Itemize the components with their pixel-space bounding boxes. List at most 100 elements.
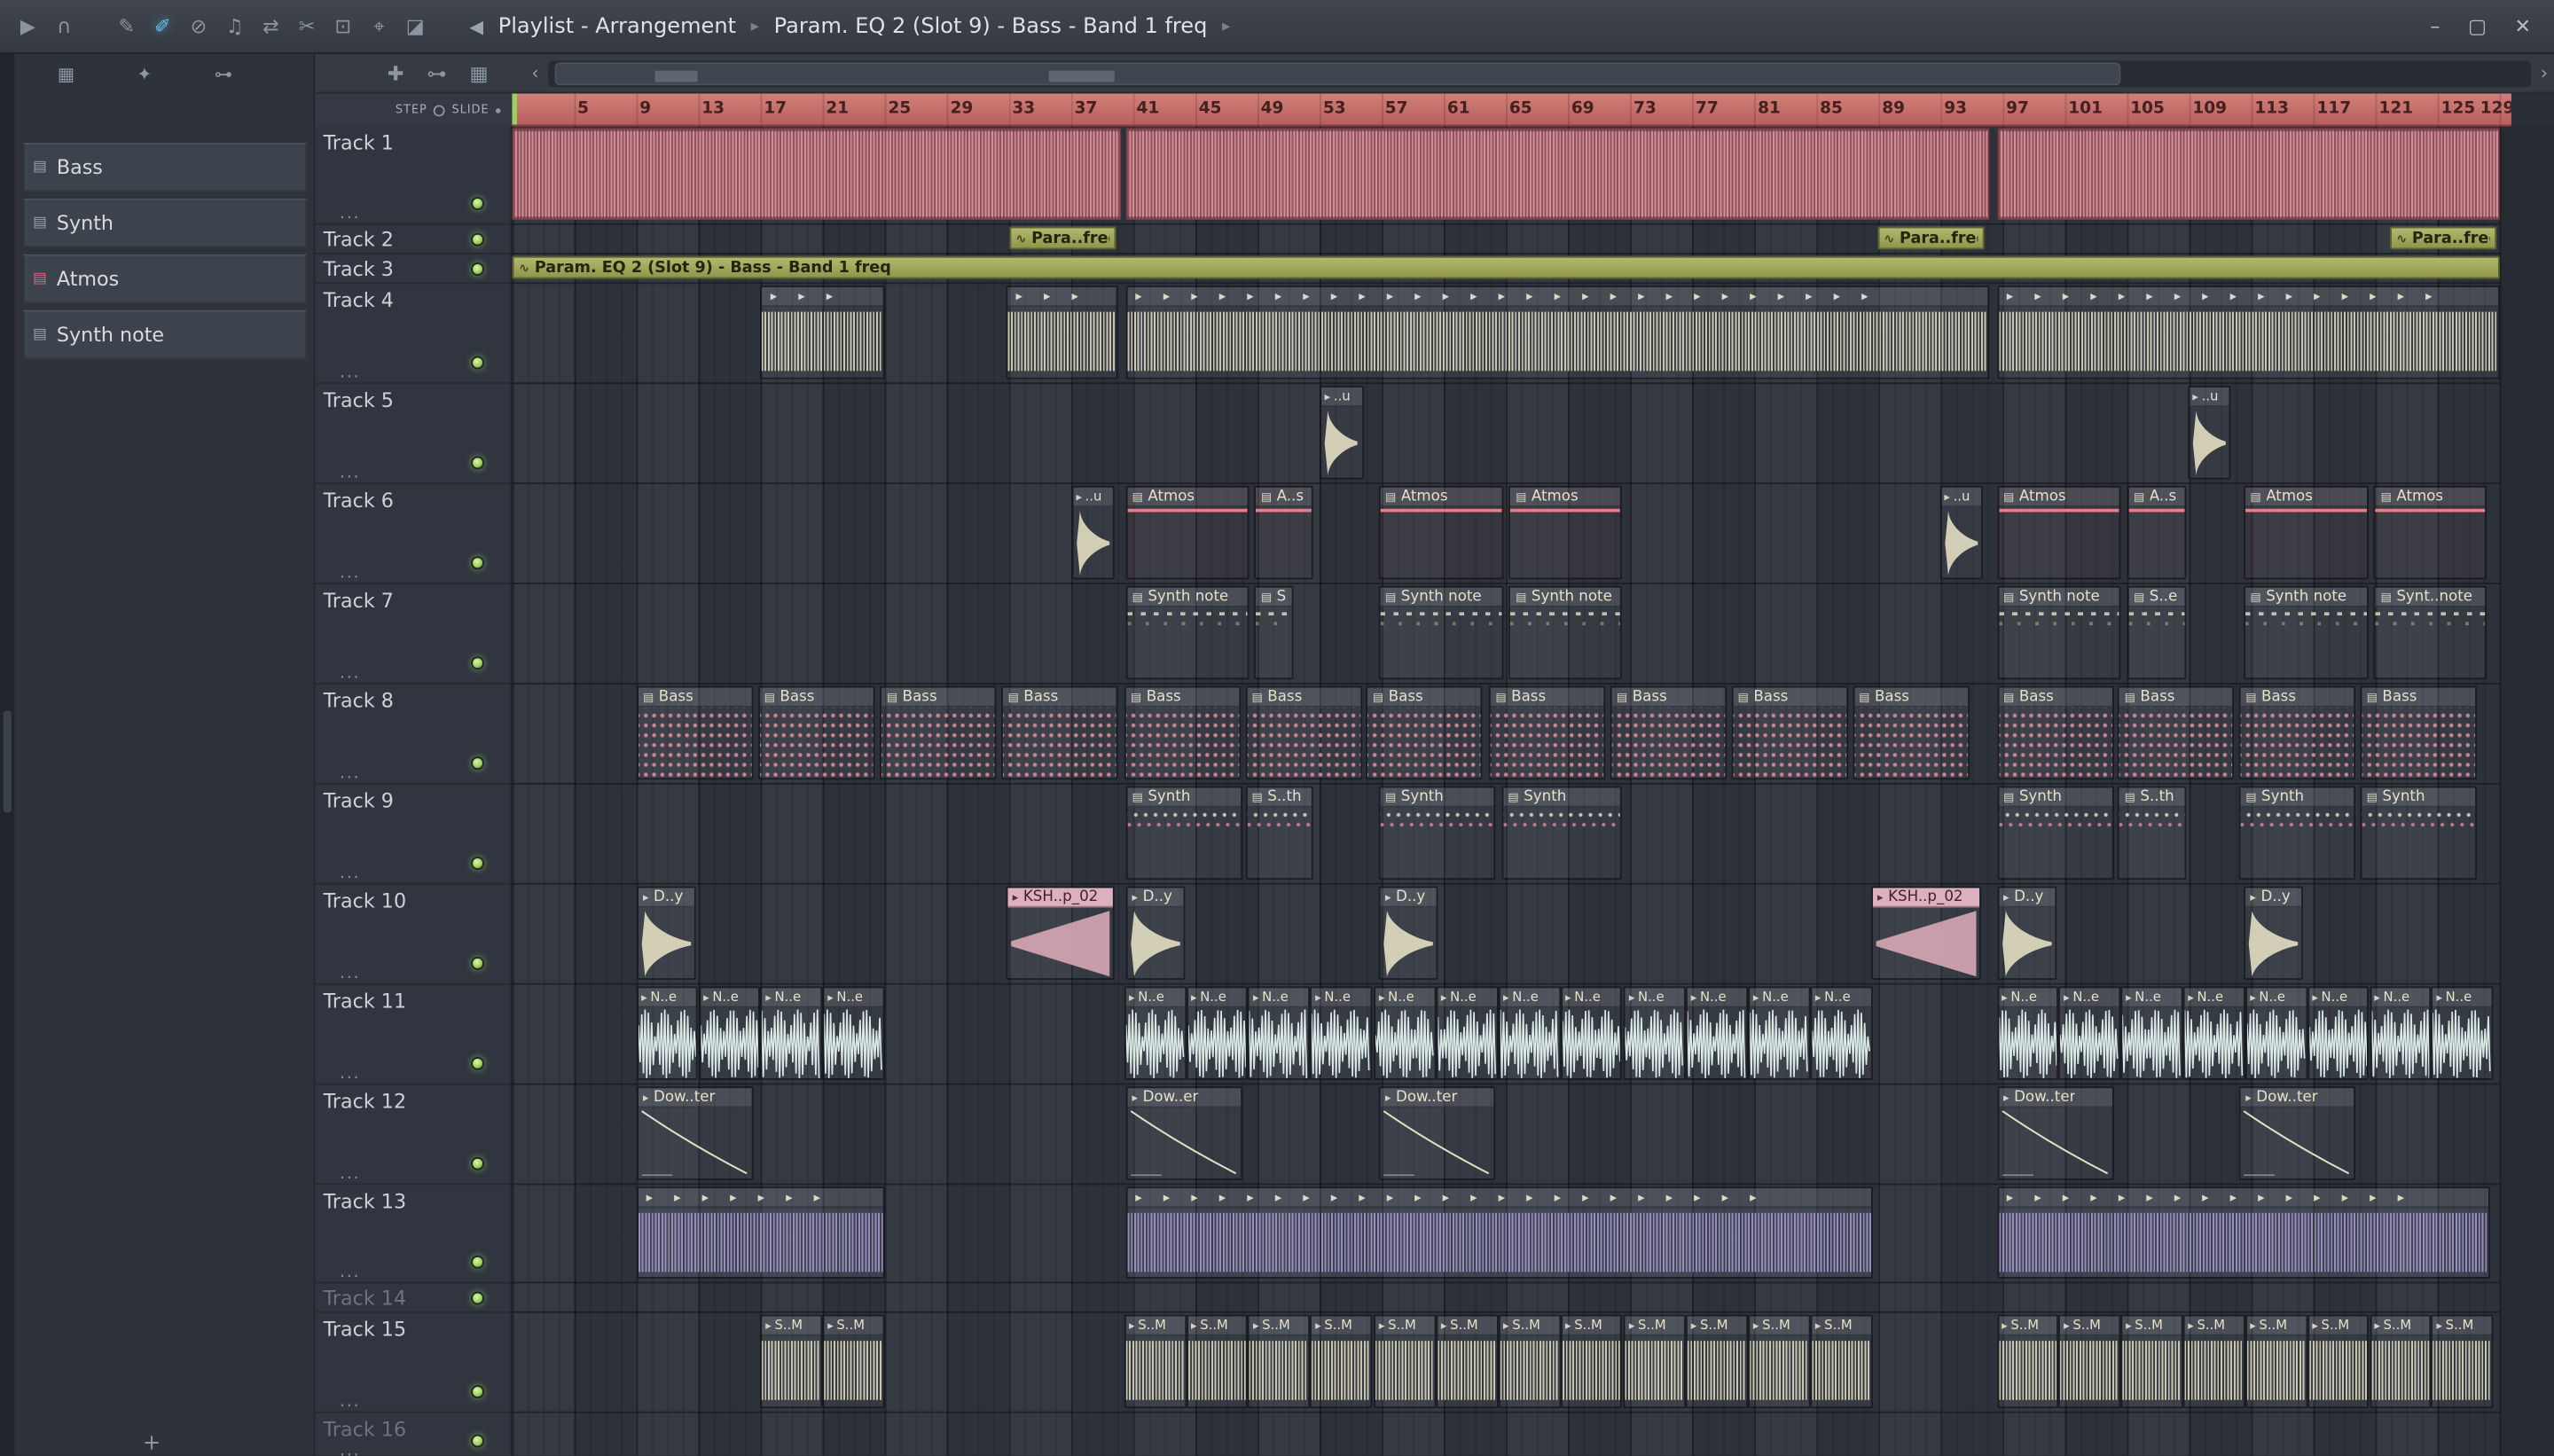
track-options[interactable]: ... <box>340 665 360 683</box>
pattern-clip[interactable]: ▤ Atmos <box>2243 485 2369 580</box>
pattern-clip[interactable]: ▤ Bass <box>1366 685 1483 780</box>
select-icon[interactable]: ⊡ <box>325 15 361 38</box>
audio-clip[interactable]: ▸ N..e <box>698 986 761 1080</box>
track-lane[interactable]: ▤Synth note▤S..e▤Synth note▤Synth note▤S… <box>512 584 2500 685</box>
audio-clip[interactable]: ▸ S..M <box>760 1314 823 1409</box>
scrollbar-thumb[interactable] <box>554 61 2121 85</box>
automation-clip[interactable]: ∿ Param. EQ 2 (Slot 9) - Bass - Band 1 fr… <box>512 255 2500 279</box>
track-lane[interactable]: ▸ S..M ▸ S..M ▸ S..M ▸ S..M ▸ S..M ▸ S..M ▸ S..M ▸ S..M… <box>512 1313 2500 1413</box>
pattern-clip[interactable]: ▤ Bass <box>636 685 753 780</box>
audio-clip[interactable]: ▸ S..M <box>2307 1314 2370 1409</box>
track-header[interactable]: Track 8... <box>315 685 511 785</box>
snap-icon[interactable]: ✚ <box>388 61 404 84</box>
track-mute-led[interactable] <box>471 556 485 570</box>
track-options[interactable]: ... <box>340 1393 360 1411</box>
audio-clip[interactable]: ▸ ..u <box>1070 485 1115 580</box>
track-header[interactable]: Track 7... <box>315 584 511 685</box>
audio-clip[interactable]: ▸ S..M <box>1748 1314 1811 1409</box>
slice-icon[interactable]: ✂ <box>289 15 325 38</box>
audio-clip[interactable]: ▸ N..e <box>1624 986 1687 1080</box>
picker-item[interactable]: ▤ Synth note <box>22 309 308 360</box>
pattern-clip[interactable]: ▤ Bass <box>1488 685 1606 780</box>
audio-picker-icon[interactable]: ✦ <box>137 64 152 97</box>
track-header[interactable]: Track 13... <box>315 1185 511 1284</box>
breadcrumb-playlist[interactable]: Playlist - Arrangement <box>498 14 736 39</box>
track-mute-led[interactable] <box>471 1156 485 1170</box>
track-mute-led[interactable] <box>471 1385 485 1398</box>
audio-clip[interactable]: ▸ S..M <box>1186 1314 1249 1409</box>
audio-clip[interactable]: ▸ S..M <box>2245 1314 2307 1409</box>
scroll-left-button[interactable]: ‹ <box>525 62 544 83</box>
audio-clip[interactable]: ▸ N..e <box>1686 986 1749 1080</box>
automation-clip[interactable]: ∿Para..freq <box>1008 226 1116 250</box>
audio-clip[interactable]: ▸ S..M <box>2120 1314 2183 1409</box>
track-lane[interactable] <box>512 127 2500 225</box>
pattern-clip[interactable]: ▤ Bass <box>1996 685 2114 780</box>
track-lane[interactable]: ▸ D..y ▸ KSH..p_02 ▸ D..y ▸ D..y ▸ KSH..p_02 ▸ D..y… <box>512 885 2500 985</box>
audio-clip[interactable]: ▸ N..e <box>1186 986 1249 1080</box>
pattern-clip[interactable]: ▤ S..th <box>1245 786 1314 881</box>
pattern-clip[interactable]: ▤ Atmos <box>1508 485 1623 580</box>
audio-clip[interactable] <box>1125 128 1989 221</box>
automation-clip[interactable]: ∿Para..freq <box>2389 226 2497 250</box>
audio-clip[interactable]: ▸ N..e <box>2245 986 2307 1080</box>
track-lane[interactable]: ▸ Dow..ter ▸ Dow..er ▸ Dow..ter ▸ Dow..ter ▸ Dow.… <box>512 1084 2500 1186</box>
grid-icon[interactable]: ▦ <box>469 61 488 84</box>
audio-clip[interactable]: ▸ D..y <box>1125 886 1185 980</box>
audio-clip[interactable]: ▸▸▸▸▸▸▸▸▸▸▸▸▸▸▸▸▸▸▸▸▸▸▸▸▸▸▸ <box>1125 286 1989 380</box>
track-mute-led[interactable] <box>471 197 485 210</box>
speaker-icon[interactable]: ◀ <box>469 16 483 37</box>
pattern-clip[interactable]: ▤ Bass <box>2360 685 2477 780</box>
pattern-clip[interactable]: ▤ A..s <box>2127 485 2187 580</box>
pattern-clip[interactable]: ▤ Synth <box>1500 786 1623 881</box>
track-mute-led[interactable] <box>471 656 485 670</box>
track-header[interactable]: Track 10... <box>315 885 511 985</box>
pattern-clip[interactable]: ▤ Bass <box>1001 685 1118 780</box>
pattern-clip[interactable]: ▤ Bass <box>880 685 997 780</box>
track-mute-led[interactable] <box>471 1255 485 1269</box>
track-mute-led[interactable] <box>471 456 485 470</box>
track-lane[interactable] <box>512 1283 2500 1313</box>
audio-clip[interactable]: ▸ N..e <box>1310 986 1373 1080</box>
track-options[interactable]: ... <box>340 1165 360 1183</box>
track-options[interactable]: ... <box>340 364 360 382</box>
track-lane[interactable]: ▤ Synth ▤ S..th ▤ Synth ▤ Synth ▤ Synth ▤ S..th ▤ Syn… <box>512 785 2500 885</box>
audio-clip[interactable]: ▸ S..M <box>1248 1314 1311 1409</box>
track-header[interactable]: Track 9... <box>315 785 511 885</box>
audio-clip[interactable]: ▸ N..e <box>760 986 823 1080</box>
audio-clip[interactable]: ▸ S..M <box>1374 1314 1437 1409</box>
timeline-ruler[interactable]: 5 9 13 17 21 25 29 33 37 41 45 49 53 57 61 65 69 73 77 81 85… <box>512 93 2511 127</box>
slide-toggle[interactable] <box>495 107 501 113</box>
breadcrumb-target[interactable]: Param. EQ 2 (Slot 9) - Bass - Band 1 fre… <box>774 14 1208 39</box>
audio-clip[interactable]: ▸ S..M <box>2058 1314 2121 1409</box>
audio-clip[interactable]: ▸▸▸ <box>760 286 885 380</box>
track-options[interactable]: ... <box>340 865 360 882</box>
audio-clip[interactable]: ▸ ..u <box>1320 385 1364 480</box>
audio-clip[interactable]: ▸ S..M <box>1686 1314 1749 1409</box>
pattern-clip[interactable]: ▤ Synth <box>2238 786 2356 881</box>
pattern-clip[interactable]: ▤ Synth note <box>1996 585 2121 680</box>
audio-clip[interactable]: ▸ Dow..ter <box>636 1086 753 1180</box>
audio-clip[interactable]: ▸ Dow..ter <box>1378 1086 1495 1180</box>
track-header[interactable]: Track 5... <box>315 384 511 485</box>
audio-clip[interactable]: ▸ N..e <box>2058 986 2121 1080</box>
audio-clip[interactable] <box>512 128 1121 221</box>
track-lane[interactable]: ∿ Param. EQ 2 (Slot 9) - Bass - Band 1 fr… <box>512 254 2500 285</box>
pattern-clip[interactable]: ▤ Bass <box>2118 685 2235 780</box>
minimize-button[interactable]: – <box>2430 15 2440 38</box>
headphones-icon[interactable]: ∩ <box>46 15 82 38</box>
pattern-clip[interactable]: ▤ Bass <box>1852 685 1970 780</box>
pattern-clip[interactable]: ▤ Atmos <box>1378 485 1503 580</box>
track-mute-led[interactable] <box>471 1434 485 1448</box>
audio-clip[interactable]: ▸ N..e <box>1374 986 1437 1080</box>
song-start-marker[interactable] <box>512 93 518 125</box>
audio-clip[interactable]: ▸ N..e <box>1996 986 2059 1080</box>
track-header[interactable]: Track 3 <box>315 254 511 285</box>
audio-clip[interactable]: ▸ S..M <box>1310 1314 1373 1409</box>
automation-clip[interactable]: ∿Para..freq <box>1876 226 1985 250</box>
track-header[interactable]: Track 2 <box>315 225 511 254</box>
track-options[interactable]: ... <box>340 205 360 223</box>
track-mute-led[interactable] <box>471 262 485 276</box>
track-header[interactable]: Track 4... <box>315 284 511 385</box>
audio-clip[interactable]: ▸▸▸ <box>1006 286 1118 380</box>
